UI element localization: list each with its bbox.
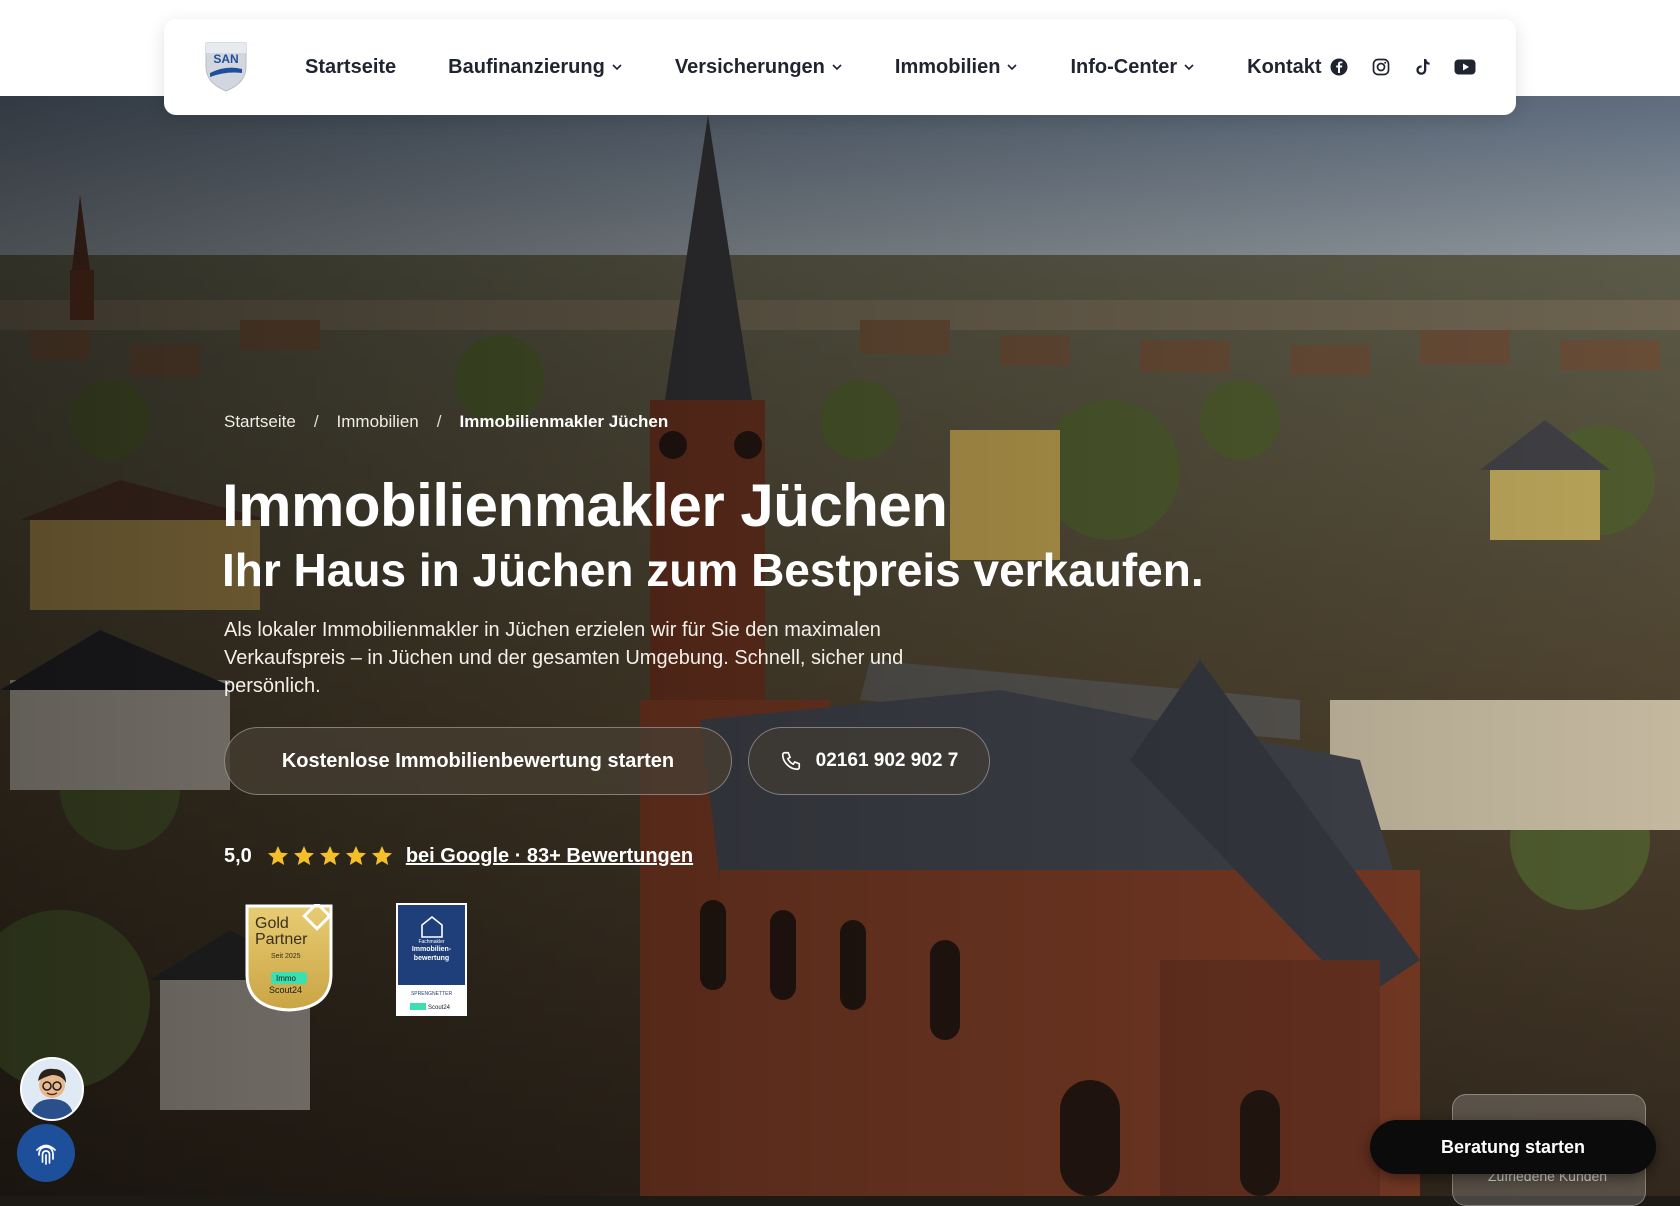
fingerprint-privacy-button[interactable]	[17, 1124, 75, 1182]
breadcrumb-link-startseite[interactable]: Startseite	[224, 412, 296, 432]
chevron-down-icon	[1007, 64, 1018, 71]
main-navbar: SAN Startseite Baufinanzierung Versicher…	[164, 19, 1516, 115]
san-logo[interactable]: SAN	[204, 39, 248, 93]
phone-number: 02161 902 902 7	[815, 750, 959, 771]
breadcrumb-separator: /	[313, 412, 319, 431]
fingerprint-icon	[36, 1144, 56, 1165]
chevron-down-icon	[612, 64, 622, 71]
star-icon	[319, 846, 340, 865]
nav-item-immobilien[interactable]: Immobilien	[895, 56, 1019, 79]
page-title: Immobilienmakler Jüchen	[222, 472, 948, 539]
youtube-icon[interactable]	[1454, 56, 1476, 78]
nav-item-baufinanzierung[interactable]: Baufinanzierung	[448, 56, 623, 79]
nav-item-info-center[interactable]: Info-Center	[1070, 56, 1195, 79]
rating-stars	[266, 844, 394, 868]
badge-blue-line1: Fachmakler	[418, 939, 444, 945]
logo-text: SAN	[213, 52, 238, 66]
badge-gold-brand1: Immo	[276, 974, 297, 983]
start-consultation-button[interactable]: Beratung starten	[1370, 1120, 1656, 1174]
rating-score: 5,0	[224, 844, 252, 867]
breadcrumb-separator: /	[436, 412, 442, 431]
phone-icon	[781, 751, 800, 771]
chevron-down-icon	[832, 64, 842, 71]
nav-item-kontakt[interactable]: Kontakt	[1247, 56, 1321, 79]
avatar-illustration	[22, 1059, 82, 1119]
chevron-down-icon	[1184, 64, 1194, 71]
google-rating: 5,0 bei Google · 83+ Bewertungen	[224, 844, 693, 868]
phone-cta-button[interactable]: 02161 902 902 7	[748, 727, 990, 795]
nav-label: Info-Center	[1070, 55, 1178, 78]
star-icon	[267, 846, 288, 865]
tiktok-icon[interactable]	[1412, 56, 1434, 78]
facebook-icon[interactable]	[1328, 56, 1350, 78]
nav-item-versicherungen[interactable]: Versicherungen	[675, 56, 843, 79]
nav-label: Baufinanzierung	[448, 55, 605, 78]
nav-label: Versicherungen	[674, 55, 825, 78]
valuation-cta-button[interactable]: Kostenlose Immobilienbewertung starten	[224, 727, 732, 795]
hero-lead-text: Als lokaler Immobilienmakler in Jüchen e…	[224, 619, 904, 697]
breadcrumb-current: Immobilienmakler Jüchen	[459, 412, 669, 431]
star-icon	[371, 846, 392, 865]
star-icon	[345, 846, 366, 865]
badge-gold-line2: Partner	[255, 931, 308, 948]
sprengnetter-valuation-badge: Fachmakler Immobilien- bewertung SPRENGN…	[396, 903, 467, 1016]
social-links	[1328, 19, 1476, 115]
primary-nav: Startseite Baufinanzierung Versicherunge…	[305, 19, 1374, 115]
star-icon	[293, 846, 314, 865]
page-subtitle: Ihr Haus in Jüchen zum Bestpreis verkauf…	[222, 544, 1204, 596]
instagram-icon[interactable]	[1370, 56, 1392, 78]
chat-assistant-avatar[interactable]	[20, 1057, 84, 1121]
breadcrumb: Startseite / Immobilien / Immobilienmakl…	[224, 412, 668, 432]
badge-blue-issuer: SPRENGNETTER	[411, 991, 453, 997]
nav-label: Immobilien	[894, 55, 1001, 78]
google-reviews-link[interactable]: bei Google · 83+ Bewertungen	[406, 845, 693, 868]
nav-item-startseite[interactable]: Startseite	[305, 56, 396, 79]
badge-blue-line3: bewertung	[414, 955, 449, 962]
nav-label: Kontakt	[1247, 55, 1322, 78]
breadcrumb-link-immobilien[interactable]: Immobilien	[337, 412, 419, 432]
badge-gold-line1: Gold	[255, 915, 289, 932]
badge-blue-brand: Scout24	[428, 1005, 451, 1011]
nav-label: Startseite	[305, 55, 397, 78]
badge-gold-since: Seit 2025	[271, 953, 301, 960]
badge-blue-line2: Immobilien-	[412, 946, 452, 953]
badge-gold-brand2: Scout24	[269, 985, 302, 995]
immoscout-gold-partner-badge: Gold Partner Seit 2025 Immo Scout24	[245, 904, 333, 1012]
